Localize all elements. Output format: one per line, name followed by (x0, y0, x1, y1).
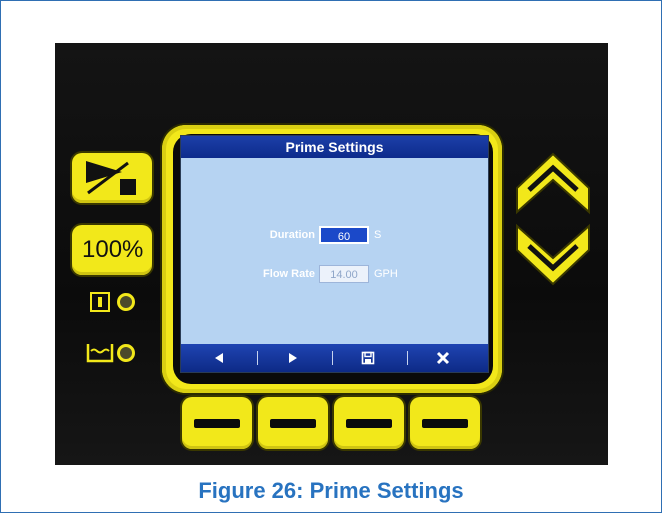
save-icon[interactable] (338, 344, 398, 372)
softkey-button-2[interactable] (258, 397, 328, 449)
flow-rate-field[interactable]: 14.00 (319, 265, 369, 283)
duration-field[interactable]: 60 (319, 226, 369, 244)
play-stop-icon (86, 161, 136, 195)
tank-status-led (117, 344, 135, 362)
softkey-button-1[interactable] (182, 397, 252, 449)
softkey-separator (257, 351, 258, 365)
prime-indicator-icon (90, 292, 110, 312)
hundred-percent-button[interactable]: 100% (72, 225, 152, 275)
softkey-separator (407, 351, 408, 365)
softkey-button-3[interactable] (334, 397, 404, 449)
figure-caption: Figure 26: Prime Settings (198, 478, 464, 503)
softkey-dash-icon (422, 419, 468, 428)
softkey-separator (332, 351, 333, 365)
up-arrow-button[interactable] (513, 148, 593, 223)
softkey-button-4[interactable] (410, 397, 480, 449)
chevron-down-icon (516, 223, 590, 286)
screen-title: Prime Settings (181, 136, 488, 158)
duration-unit: S (374, 229, 382, 241)
left-arrow-icon[interactable] (189, 344, 249, 372)
lcd-screen: Prime Settings Duration 60 S Flow Rate 1… (180, 135, 489, 373)
prime-status-led (117, 293, 135, 311)
flow-rate-label: Flow Rate (263, 268, 315, 280)
softkey-dash-icon (194, 419, 240, 428)
tank-level-icon (86, 342, 114, 369)
softkey-dash-icon (346, 419, 392, 428)
duration-label: Duration (269, 229, 315, 241)
down-arrow-button[interactable] (513, 220, 593, 295)
hundred-percent-label: 100% (82, 236, 144, 263)
run-stop-button[interactable] (72, 153, 152, 203)
softkey-dash-icon (270, 419, 316, 428)
flow-rate-unit: GPH (374, 268, 398, 280)
chevron-up-icon (516, 152, 590, 215)
softkey-bar (181, 344, 488, 372)
right-arrow-icon[interactable] (263, 344, 323, 372)
close-icon[interactable] (413, 344, 473, 372)
